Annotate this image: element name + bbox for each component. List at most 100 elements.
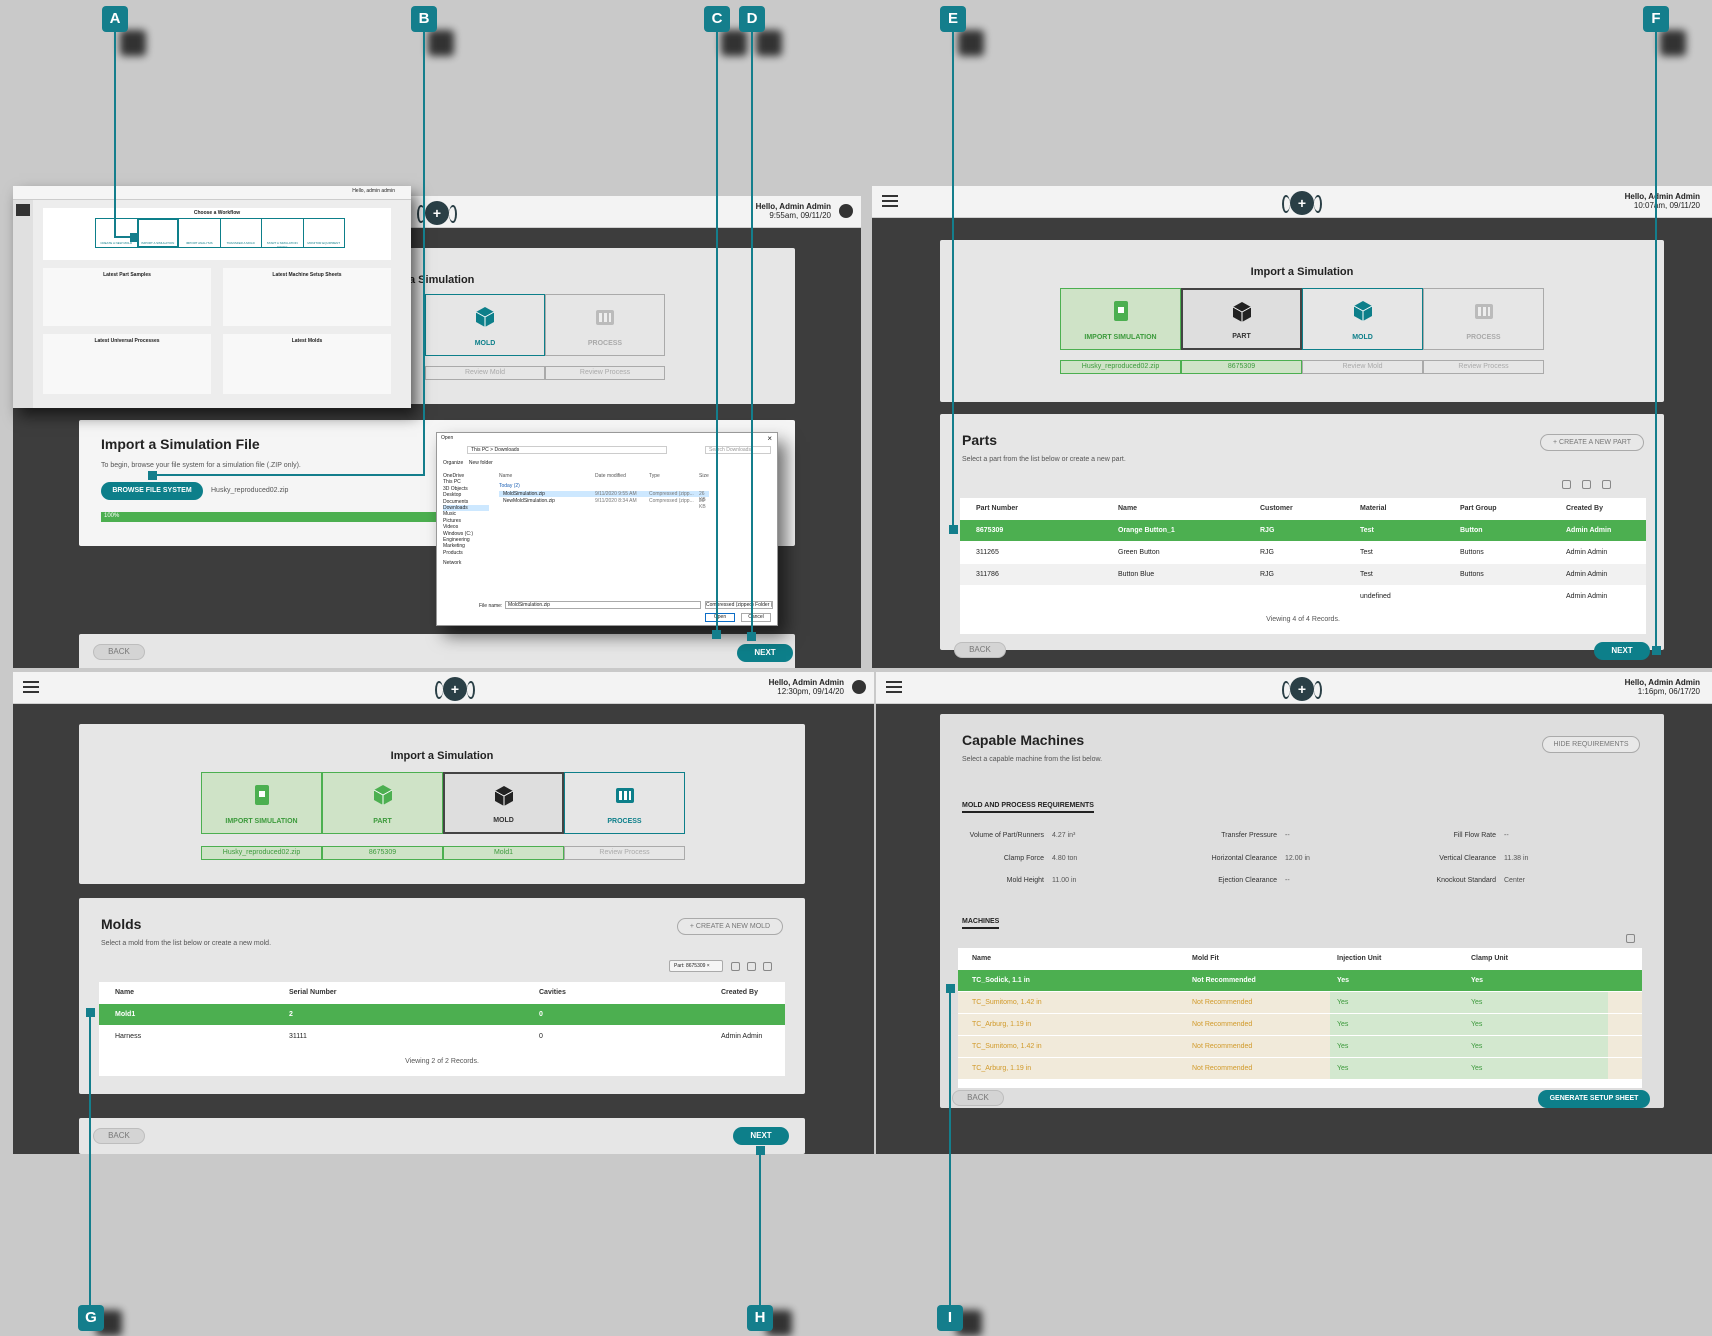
col-serial-number[interactable]: Serial Number	[289, 982, 336, 1003]
table-row[interactable]: 8675309 Orange Button_1 RJG Test Button …	[960, 520, 1646, 541]
col-injection-unit[interactable]: Injection Unit	[1337, 948, 1381, 969]
col-mold-fit[interactable]: Mold Fit	[1192, 948, 1219, 969]
table-row[interactable]: TC_Arburg, 1.19 in Not Recommended Yes Y…	[958, 1014, 1642, 1035]
callout-i: I	[937, 1305, 963, 1331]
menu-icon[interactable]	[882, 195, 898, 207]
search-icon[interactable]	[1562, 480, 1571, 489]
next-button[interactable]: NEXT	[1594, 642, 1650, 660]
menu-icon[interactable]	[23, 681, 39, 693]
workflow-simulation-study[interactable]: START A SIMULATION STUDY	[262, 219, 304, 249]
organize-menu[interactable]: Organize	[443, 460, 463, 466]
user-avatar-icon[interactable]	[839, 204, 853, 218]
file-row[interactable]: NewMoldSimulation.zip 9/11/2020 8:34 AM …	[499, 498, 709, 510]
workflow-monitor-equipment[interactable]: MONITOR EQUIPMENT	[304, 219, 345, 247]
back-button[interactable]: BACK	[93, 644, 145, 660]
menu-icon[interactable]	[886, 681, 902, 693]
capable-machines-title: Capable Machines	[962, 732, 1085, 748]
copy-icon[interactable]	[1582, 480, 1591, 489]
workflow-import-simulation[interactable]: IMPORT A SIMULATION	[137, 219, 179, 247]
cell: Test	[1360, 549, 1373, 556]
back-button[interactable]: BACK	[952, 1090, 1004, 1106]
table-row[interactable]: TC_Arburg, 1.19 in Not Recommended Yes Y…	[958, 1058, 1642, 1079]
new-folder-button[interactable]: New folder	[469, 460, 493, 466]
next-button[interactable]: NEXT	[733, 1127, 789, 1145]
search-icon[interactable]	[731, 962, 740, 971]
callout-a: A	[102, 6, 128, 32]
folder-tree: OneDrive This PC 3D Objects Desktop Docu…	[443, 473, 489, 567]
file-type: Compressed (zipp...	[649, 491, 694, 497]
table-row[interactable]: 311265 Green Button RJG Test Buttons Adm…	[960, 542, 1646, 563]
fit-highlight	[1330, 1058, 1608, 1079]
create-mold-button[interactable]: + CREATE A NEW MOLD	[677, 918, 783, 935]
col-customer[interactable]: Customer	[1260, 498, 1293, 519]
part-filter-chip[interactable]: Part: 8675309 ×	[669, 960, 723, 972]
file-row[interactable]: MoldSimulation.zip 9/11/2020 9:55 AM Com…	[499, 491, 709, 503]
table-row[interactable]: 311786 Button Blue RJG Test Buttons Admi…	[960, 564, 1646, 585]
columns-icon[interactable]	[763, 962, 772, 971]
step-mold[interactable]: MOLD	[1302, 288, 1423, 350]
copy-icon[interactable]	[747, 962, 756, 971]
table-row[interactable]: TC_Sumitomo, 1.42 in Not Recommended Yes…	[958, 992, 1642, 1013]
step-mold[interactable]: MOLD	[425, 294, 545, 356]
columns-icon[interactable]	[1602, 480, 1611, 489]
col-clamp-unit[interactable]: Clamp Unit	[1471, 948, 1508, 969]
cell: Yes	[1471, 1043, 1483, 1050]
table-row[interactable]: undefined Admin Admin	[960, 586, 1646, 607]
dialog-search[interactable]: Search Downloads	[705, 446, 771, 454]
back-button[interactable]: BACK	[954, 642, 1006, 658]
col-name[interactable]: Name	[972, 948, 991, 969]
col-size[interactable]: Size	[699, 473, 709, 479]
table-row[interactable]: Mold1 2 0	[99, 1004, 785, 1025]
user-avatar-icon[interactable]	[852, 680, 866, 694]
workflow-transfer-mold[interactable]: TRANSFER A MOLD	[221, 219, 262, 247]
section-title: Latest Part Samples	[103, 272, 151, 278]
col-created-by[interactable]: Created By	[721, 982, 758, 1003]
col-part-number[interactable]: Part Number	[976, 498, 1018, 519]
app-logo-icon: +	[435, 677, 475, 701]
col-name[interactable]: Name	[499, 473, 512, 479]
col-date[interactable]: Date modified	[595, 473, 626, 479]
greeting: Hello, Admin Admin	[755, 202, 831, 211]
col-material[interactable]: Material	[1360, 498, 1386, 519]
timestamp: 1:16pm, 06/17/20	[1637, 687, 1700, 696]
file-name-input[interactable]: MoldSimulation.zip	[505, 601, 701, 609]
generate-setup-sheet-button[interactable]: GENERATE SETUP SHEET	[1538, 1090, 1650, 1108]
col-name[interactable]: Name	[115, 982, 134, 1003]
step-part[interactable]: PART	[322, 772, 443, 834]
tree-item[interactable]: Products	[443, 550, 489, 556]
open-button[interactable]: Open	[705, 613, 735, 622]
col-created-by[interactable]: Created By	[1566, 498, 1603, 519]
step-process[interactable]: PROCESS	[564, 772, 685, 834]
next-button[interactable]: NEXT	[737, 644, 793, 662]
step-part[interactable]: PART	[1181, 288, 1302, 350]
create-part-button[interactable]: + CREATE A NEW PART	[1540, 434, 1644, 451]
tree-item[interactable]: Network	[443, 560, 489, 566]
step-import-simulation[interactable]: IMPORT SIMULATION	[201, 772, 322, 834]
step-import-simulation[interactable]: IMPORT SIMULATION	[1060, 288, 1181, 350]
step-mold[interactable]: MOLD	[443, 772, 564, 834]
import-file-desc: To begin, browse your file system for a …	[101, 462, 301, 469]
col-part-group[interactable]: Part Group	[1460, 498, 1497, 519]
cancel-button[interactable]: Cancel	[741, 613, 771, 622]
cell: Buttons	[1460, 571, 1484, 578]
col-type[interactable]: Type	[649, 473, 660, 479]
table-header: Part Number Name Customer Material Part …	[960, 498, 1646, 519]
import-file-title: Import a Simulation File	[101, 436, 260, 452]
hide-requirements-button[interactable]: HIDE REQUIREMENTS	[1542, 736, 1640, 753]
table-row[interactable]: TC_Sodick, 1.1 in Not Recommended Yes Ye…	[958, 970, 1642, 991]
search-icon[interactable]	[1626, 934, 1635, 943]
cell: 2	[289, 1011, 293, 1018]
sidebar-home-icon[interactable]	[16, 204, 30, 216]
table-row[interactable]: TC_Sumitomo, 1.42 in Not Recommended Yes…	[958, 1036, 1642, 1057]
step-label: PART	[1232, 333, 1251, 340]
machines-heading: MACHINES	[962, 918, 1000, 929]
col-name[interactable]: Name	[1118, 498, 1137, 519]
col-cavities[interactable]: Cavities	[539, 982, 566, 1003]
browse-file-system-button[interactable]: BROWSE FILE SYSTEM	[101, 482, 203, 500]
fit-highlight	[1330, 1036, 1608, 1057]
back-button[interactable]: BACK	[93, 1128, 145, 1144]
workflow-import-analysis[interactable]: IMPORT ANALYSIS	[179, 219, 221, 247]
address-bar[interactable]: This PC > Downloads	[467, 446, 667, 454]
close-icon[interactable]: ×	[767, 434, 772, 443]
table-row[interactable]: Harness 31111 0 Admin Admin	[99, 1026, 785, 1047]
